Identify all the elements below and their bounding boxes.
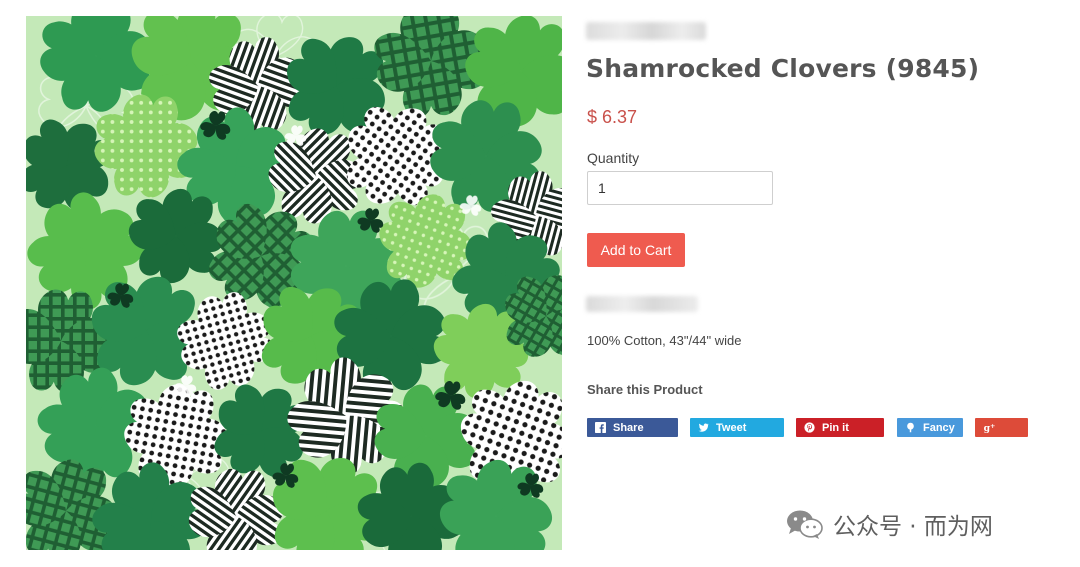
wechat-watermark: 公众号 · 而为网 [785,506,993,542]
pinterest-pin-button[interactable]: Pin it [796,418,884,437]
fancy-button[interactable]: Fancy [897,418,963,437]
product-image[interactable] [26,16,562,550]
product-description: 100% Cotton, 43"/44" wide [587,333,742,348]
clover-fabric-pattern [26,16,562,550]
pinterest-icon [803,422,815,434]
twitter-tweet-button[interactable]: Tweet [690,418,784,437]
description-heading-blurred [586,296,698,312]
product-price: $ 6.37 [587,107,638,127]
google-plus-button[interactable]: g + [975,418,1028,437]
fancy-icon [904,422,916,434]
pinterest-pin-label: Pin it [822,421,849,434]
facebook-share-button[interactable]: Share [587,418,678,437]
google-plus-icon: g + [983,422,997,434]
product-title: Shamrocked Clovers (9845) [586,54,980,83]
twitter-tweet-label: Tweet [716,421,747,434]
wechat-icon [787,510,823,539]
quantity-label: Quantity [587,150,640,166]
facebook-icon [594,422,606,434]
twitter-icon [697,422,709,434]
share-heading: Share this Product [587,382,703,397]
vendor-name-blurred [586,22,706,40]
svg-text:+: + [990,422,995,430]
add-to-cart-button[interactable]: Add to Cart [587,233,685,267]
fancy-label: Fancy [923,421,955,434]
facebook-share-label: Share [613,421,644,434]
quantity-input[interactable] [587,171,773,205]
watermark-text: 公众号 · 而为网 [833,514,993,540]
